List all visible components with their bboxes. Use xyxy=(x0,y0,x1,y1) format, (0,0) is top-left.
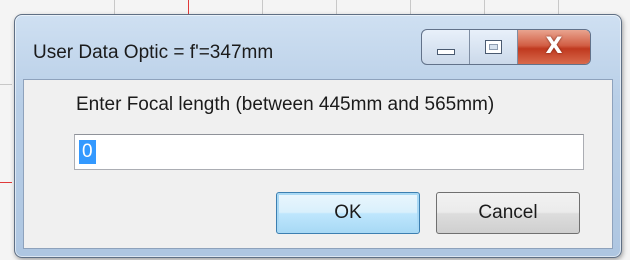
minimize-icon xyxy=(436,49,455,55)
title-bar[interactable]: User Data Optic = f'=347mm X xyxy=(15,15,621,75)
grid-line xyxy=(0,84,12,85)
dialog-body: Enter Focal length (between 445mm and 56… xyxy=(23,79,613,249)
minimize-button[interactable] xyxy=(422,30,470,64)
maximize-button[interactable] xyxy=(470,30,518,64)
close-icon: X xyxy=(545,34,563,59)
dialog-window: User Data Optic = f'=347mm X Enter Focal… xyxy=(14,14,622,258)
focal-length-input[interactable] xyxy=(74,134,584,170)
focal-length-input-value: 0 xyxy=(79,140,96,164)
prompt-label: Enter Focal length (between 445mm and 56… xyxy=(76,94,495,115)
grid-line-red xyxy=(0,182,12,183)
window-title: User Data Optic = f'=347mm xyxy=(33,42,274,63)
ok-button[interactable]: OK xyxy=(276,192,420,234)
close-button[interactable]: X xyxy=(518,30,590,64)
maximize-icon xyxy=(485,40,502,54)
caption-buttons: X xyxy=(421,29,591,65)
cancel-button[interactable]: Cancel xyxy=(436,192,580,234)
